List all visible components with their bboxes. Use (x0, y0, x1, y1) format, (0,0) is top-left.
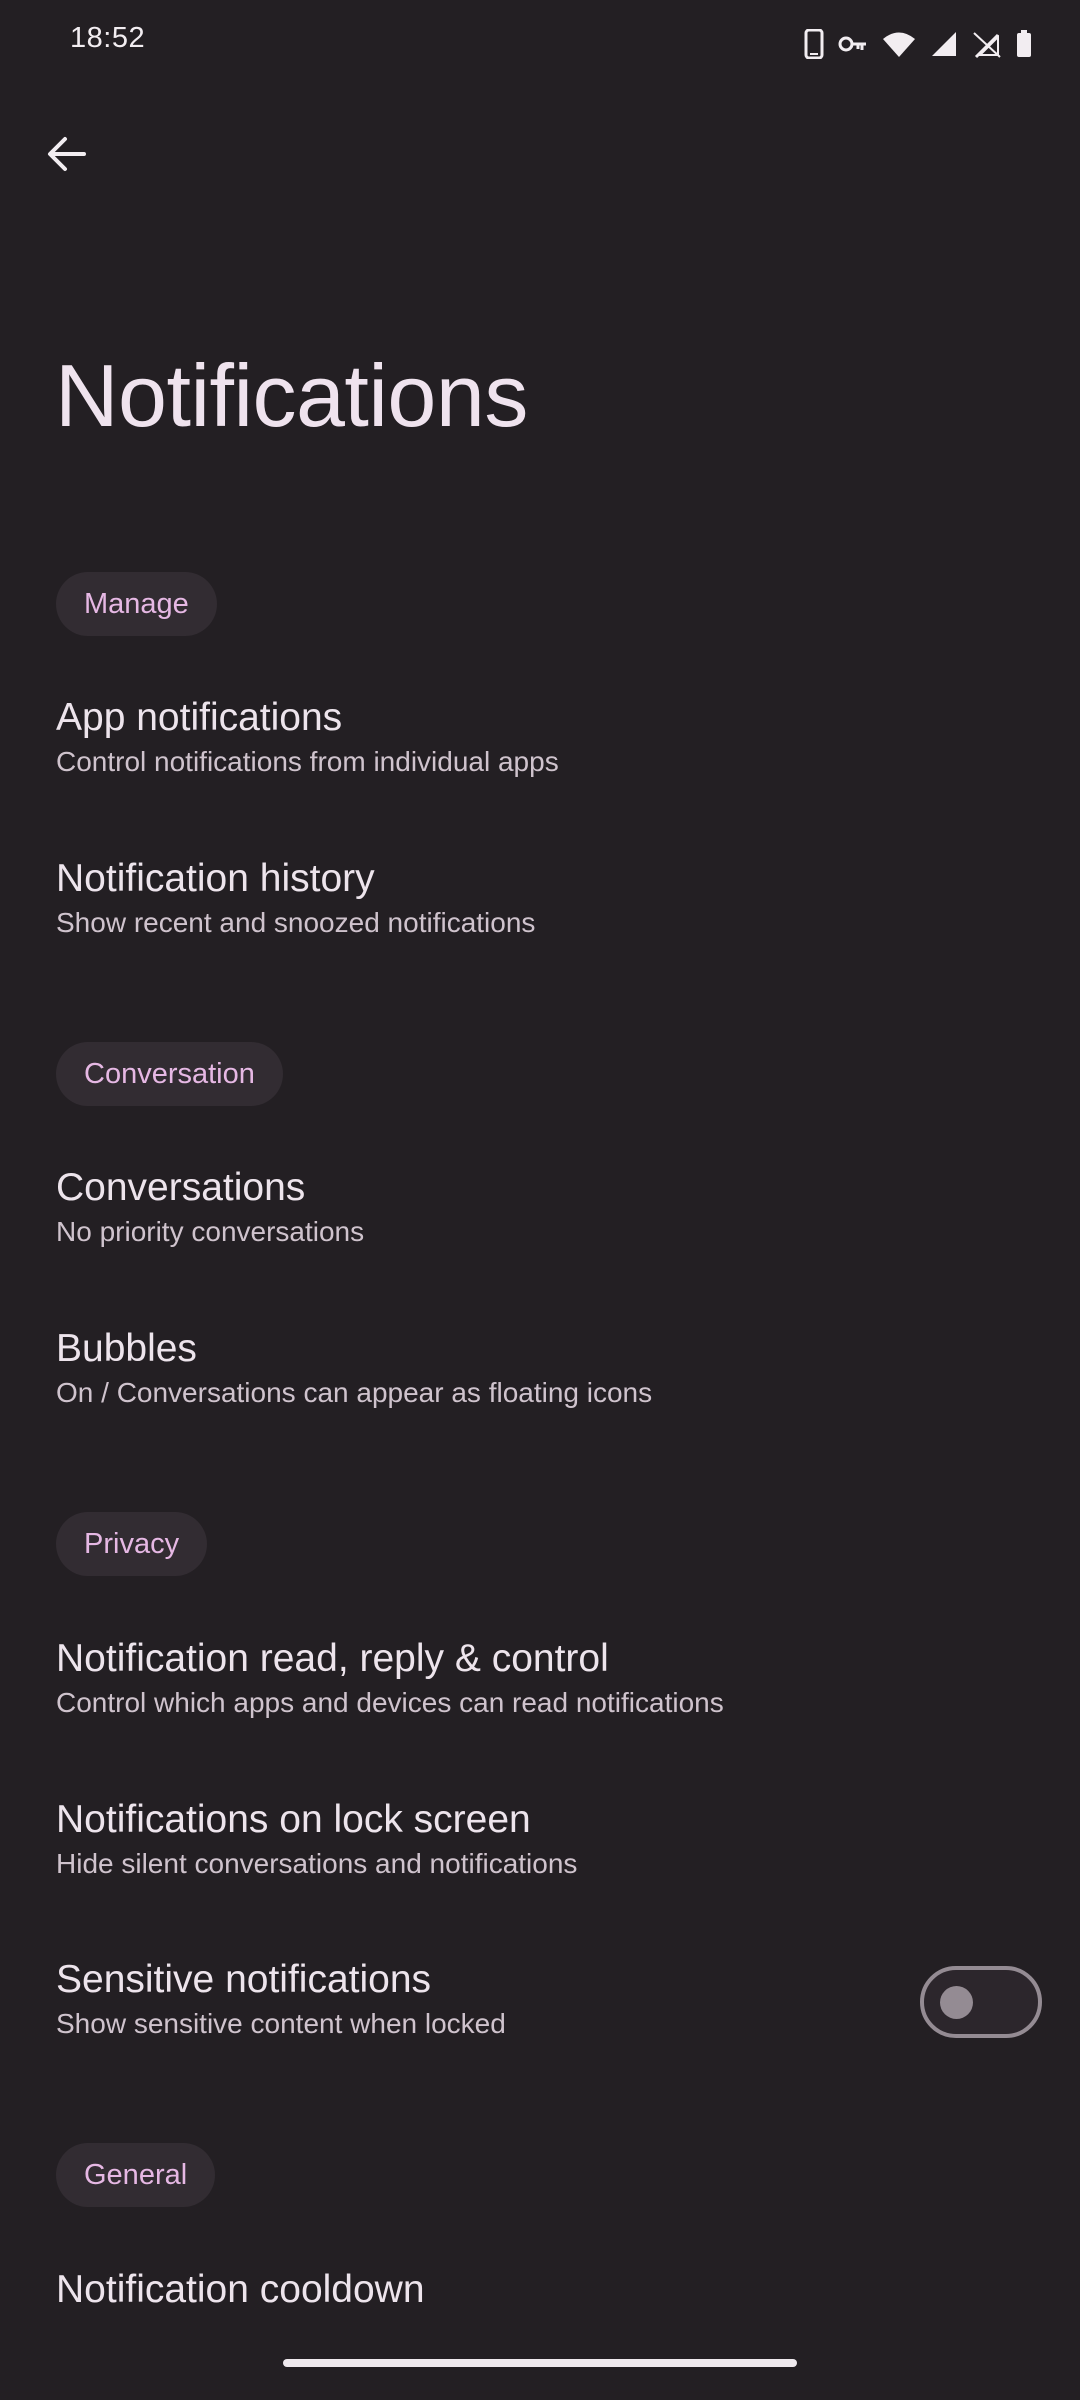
phone-icon (804, 29, 824, 59)
bubbles-item[interactable]: Bubbles On / Conversations can appear as… (0, 1327, 1080, 1457)
pref-title: Notifications on lock screen (56, 1798, 531, 1841)
pref-title: Conversations (56, 1166, 306, 1209)
notification-history-item[interactable]: Notification history Show recent and sno… (0, 857, 1080, 987)
pref-summary: Control notifications from individual ap… (56, 746, 559, 777)
pref-summary: On / Conversations can appear as floatin… (56, 1377, 653, 1408)
section-header-conversation: Conversation (56, 1042, 283, 1106)
pref-title: Bubbles (56, 1327, 197, 1370)
gesture-navigation-bar[interactable] (283, 2359, 797, 2367)
toggle-knob (940, 1986, 973, 2019)
wifi-icon: 4 (882, 30, 916, 58)
pref-summary: Control which apps and devices can read … (56, 1687, 724, 1718)
section-header-general: General (56, 2143, 216, 2207)
status-time: 18:52 (70, 22, 146, 54)
pref-summary: Show sensitive content when locked (56, 2008, 506, 2039)
notifications-on-lock-screen-item[interactable]: Notifications on lock screen Hide silent… (0, 1798, 1080, 1928)
pref-summary: Show recent and snoozed notifications (56, 907, 536, 938)
arrow-left-icon (46, 136, 86, 177)
notification-read-reply-control-item[interactable]: Notification read, reply & control Contr… (0, 1637, 1080, 1767)
sensitive-notifications-toggle[interactable] (920, 1966, 1042, 2038)
back-button[interactable] (30, 120, 102, 192)
pref-summary: Hide silent conversations and notificati… (56, 1848, 578, 1879)
pref-title: Notification cooldown (56, 2268, 425, 2311)
svg-text:4: 4 (904, 49, 910, 58)
sensitive-notifications-item[interactable]: Sensitive notifications Show sensitive c… (0, 1958, 1080, 2088)
battery-icon (1016, 30, 1032, 58)
pref-title: App notifications (56, 696, 343, 739)
app-notifications-item[interactable]: App notifications Control notifications … (0, 696, 1080, 826)
section-header-privacy: Privacy (56, 1512, 208, 1576)
section-header-manage: Manage (56, 572, 217, 636)
pref-summary: No priority conversations (56, 1216, 365, 1247)
notifications-settings-screen: 18:52 4 Notifications Manage App notific… (0, 0, 1080, 2400)
status-icons: 4 (804, 26, 1032, 62)
status-bar: 18:52 4 (0, 0, 1080, 86)
no-data-icon (972, 29, 1002, 59)
notification-cooldown-item[interactable]: Notification cooldown (0, 2268, 1080, 2348)
page-title: Notifications (55, 346, 528, 445)
pref-title: Notification history (56, 857, 375, 900)
signal-icon (930, 30, 958, 58)
pref-title: Notification read, reply & control (56, 1637, 609, 1680)
conversations-item[interactable]: Conversations No priority conversations (0, 1166, 1080, 1296)
vpn-key-icon (838, 34, 868, 54)
pref-title: Sensitive notifications (56, 1958, 432, 2001)
